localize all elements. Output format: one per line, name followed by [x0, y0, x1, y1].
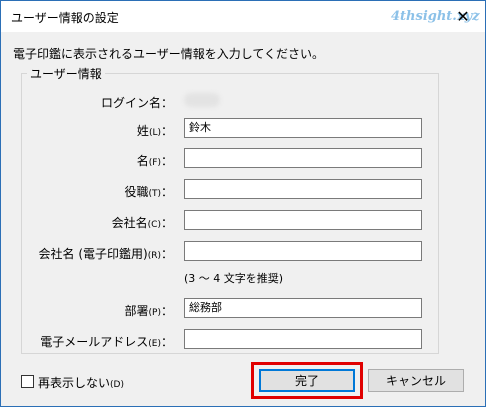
- job-title-label: 役職(T)：: [124, 185, 173, 199]
- department-field[interactable]: 総務部: [184, 298, 422, 318]
- last-name-field[interactable]: 鈴木: [184, 118, 422, 138]
- company-field[interactable]: [184, 210, 422, 230]
- login-name-value-blurred: [184, 93, 220, 107]
- title-bar[interactable]: ユーザー情報の設定 4thsight.xyz ✕: [1, 1, 485, 32]
- cancel-button[interactable]: キャンセル: [368, 369, 464, 392]
- window-title: ユーザー情報の設定: [11, 11, 119, 25]
- instruction-text: 電子印鑑に表示されるユーザー情報を入力してください。: [13, 47, 325, 61]
- done-button[interactable]: 完了: [259, 369, 355, 392]
- first-name-label: 名(F)：: [136, 154, 173, 168]
- group-legend: ユーザー情報: [27, 65, 105, 82]
- hint-text: (3 〜 4 文字を推奨): [184, 272, 284, 285]
- company-stamp-field[interactable]: [184, 241, 422, 261]
- job-title-field[interactable]: [184, 179, 422, 199]
- close-icon: ✕: [456, 7, 470, 26]
- company-label: 会社名(C)：: [111, 216, 173, 230]
- dialog-window: ユーザー情報の設定 4thsight.xyz ✕ 電子印鑑に表示されるユーザー情…: [0, 0, 486, 407]
- last-name-label: 姓(L)：: [136, 124, 173, 138]
- first-name-field[interactable]: [184, 148, 422, 168]
- close-button[interactable]: ✕: [441, 1, 485, 32]
- company-stamp-label: 会社名 (電子印鑑用)(R)：: [38, 247, 173, 261]
- email-field[interactable]: [184, 329, 422, 349]
- login-name-label: ログイン名：: [100, 96, 173, 110]
- dont-show-again-checkbox[interactable]: [21, 375, 34, 388]
- department-label: 部署(P)：: [124, 304, 173, 318]
- email-label: 電子メールアドレス(E)：: [40, 335, 173, 349]
- dont-show-again-label[interactable]: 再表示しない(D): [38, 374, 124, 391]
